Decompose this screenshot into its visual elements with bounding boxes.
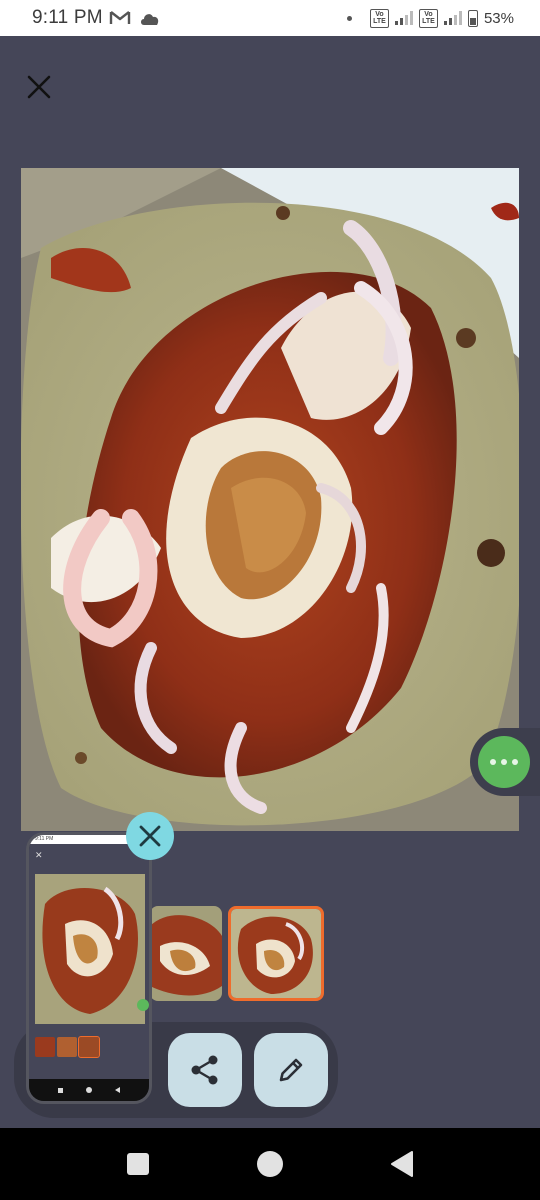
battery-icon bbox=[467, 9, 478, 27]
cloud-icon bbox=[140, 13, 158, 25]
floating-bubble-dock bbox=[470, 728, 540, 796]
dismiss-preview-button[interactable] bbox=[126, 812, 174, 860]
triangle-back-icon bbox=[391, 1151, 413, 1177]
share-icon bbox=[191, 1055, 218, 1085]
volte-icon: Vo LTE bbox=[369, 8, 389, 28]
main-photo[interactable] bbox=[21, 168, 519, 831]
preview-photo bbox=[35, 874, 145, 1024]
home-button[interactable] bbox=[257, 1151, 283, 1177]
thumbnail-2[interactable] bbox=[150, 906, 222, 1001]
floating-bubble[interactable] bbox=[478, 736, 530, 788]
edit-button[interactable] bbox=[254, 1033, 328, 1107]
pencil-icon bbox=[279, 1058, 303, 1082]
thumbnail-3-selected[interactable] bbox=[228, 906, 324, 1001]
screenshot-preview[interactable]: 9:11 PM ✕ bbox=[26, 832, 152, 1104]
close-icon bbox=[27, 75, 51, 99]
back-button[interactable] bbox=[390, 1150, 414, 1178]
preview-bubble bbox=[137, 999, 149, 1011]
volte-icon: Vo LTE bbox=[418, 8, 438, 28]
battery-percent: 53% bbox=[483, 9, 514, 27]
signal-icon bbox=[394, 11, 413, 25]
status-bar: 9:11 PM Vo LTE Vo LTE 53% bbox=[0, 0, 540, 36]
preview-close-icon: ✕ bbox=[35, 850, 43, 860]
signal-icon bbox=[443, 11, 462, 25]
status-time: 9:11 PM bbox=[32, 7, 103, 28]
navigation-bar bbox=[0, 1128, 540, 1200]
more-dots-icon bbox=[490, 759, 496, 765]
recents-button[interactable] bbox=[127, 1153, 149, 1175]
gmail-icon bbox=[109, 11, 130, 24]
preview-body: ✕ bbox=[29, 844, 149, 1079]
share-button[interactable] bbox=[168, 1033, 242, 1107]
preview-thumbnails bbox=[35, 1036, 100, 1058]
preview-nav-bar bbox=[29, 1079, 149, 1101]
notification-dot bbox=[346, 15, 352, 21]
close-button[interactable] bbox=[22, 70, 56, 104]
close-icon bbox=[139, 825, 161, 847]
